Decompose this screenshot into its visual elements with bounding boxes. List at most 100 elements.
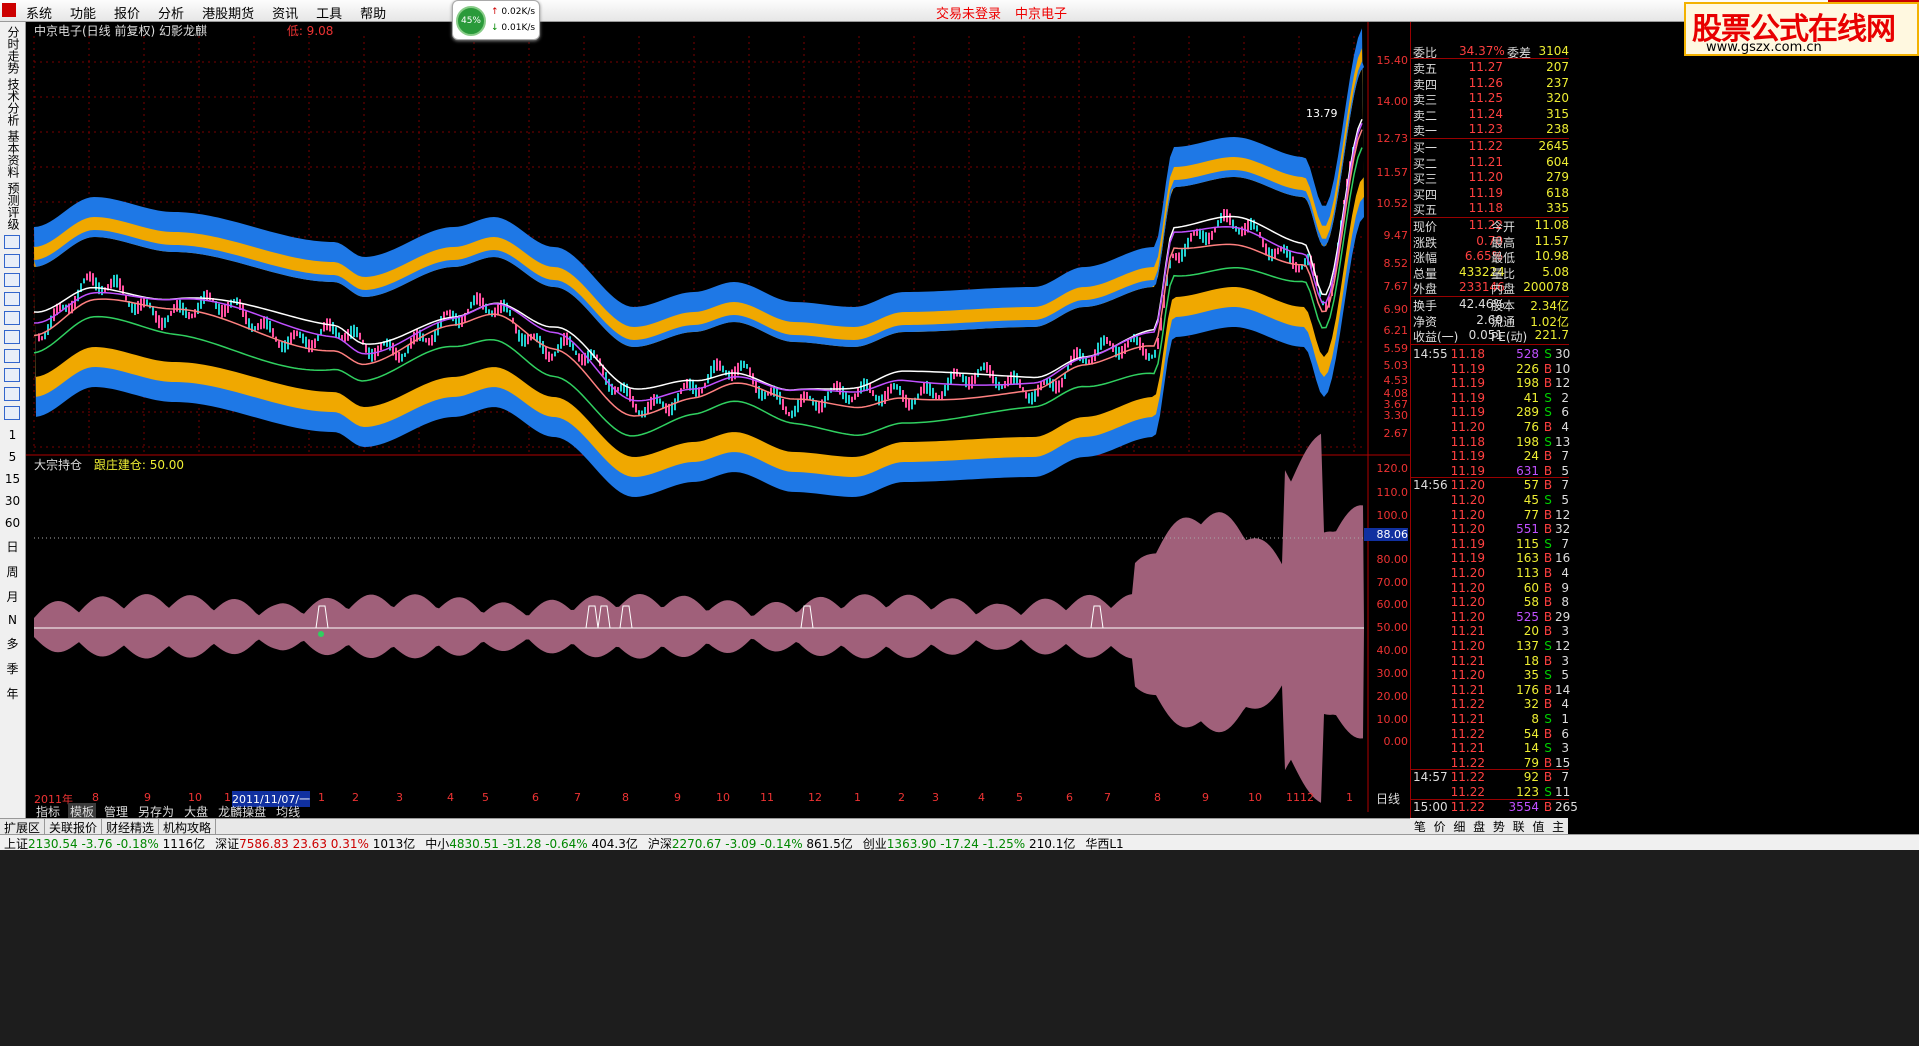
quote-label: 现价 <box>1413 220 1438 234</box>
candle <box>1286 245 1288 258</box>
menu-item-3[interactable]: 分析 <box>158 3 184 22</box>
x-tick: 5 <box>1016 791 1023 804</box>
indicator-value: 跟庄建仓: 50.00 <box>93 458 185 472</box>
tool-icon[interactable] <box>4 273 20 287</box>
period-0[interactable]: 1 <box>0 428 25 442</box>
extension-tab-0[interactable]: 扩展区 <box>0 819 46 835</box>
tool-icon[interactable] <box>4 387 20 401</box>
candle <box>977 369 979 378</box>
network-monitor[interactable]: 45% ↑ 0.02K/s ↓ 0.01K/s <box>452 0 540 40</box>
panel-tab-4[interactable]: 势 <box>1493 818 1505 834</box>
price-tick: 15.40 <box>1376 54 1409 67</box>
period-4[interactable]: 60 <box>0 516 25 530</box>
tool-icon[interactable] <box>4 235 20 249</box>
panel-tab-2[interactable]: 细 <box>1453 818 1465 834</box>
period-6[interactable]: 周 <box>0 563 25 580</box>
tool-icon[interactable] <box>4 406 20 420</box>
ask-label: 卖五 <box>1413 62 1438 76</box>
tick-price: 11.21 <box>1450 741 1485 756</box>
index-quote[interactable]: 上证2130.54 -3.76 -0.18% 1116亿 <box>4 835 205 851</box>
period-8[interactable]: N <box>0 613 25 627</box>
candle <box>1154 349 1156 358</box>
menu-item-1[interactable]: 功能 <box>70 3 96 22</box>
panel-tab-3[interactable]: 盘 <box>1473 818 1485 834</box>
candle <box>272 328 274 338</box>
period-3[interactable]: 30 <box>0 494 25 508</box>
period-10[interactable]: 季 <box>0 660 25 677</box>
tick-count: 14 <box>1555 682 1571 697</box>
left-tab-2[interactable]: 基本资料 <box>6 130 20 178</box>
ask-volume: 315 <box>1546 106 1569 121</box>
candle <box>803 391 805 403</box>
extension-tab-3[interactable]: 机构攻略 <box>159 819 217 835</box>
period-5[interactable]: 日 <box>0 538 25 555</box>
trade-status[interactable]: 交易未登录 <box>936 3 1001 22</box>
panel-tab-5[interactable]: 联 <box>1513 818 1525 834</box>
price-tick: 12.73 <box>1376 132 1409 145</box>
left-tab-0[interactable]: 分时走势 <box>6 26 20 74</box>
candle <box>1181 249 1183 262</box>
extension-tab-2[interactable]: 财经精选 <box>102 819 160 835</box>
tool-icon[interactable] <box>4 311 20 325</box>
left-tab-1[interactable]: 技术分析 <box>6 78 20 126</box>
menu-item-6[interactable]: 工具 <box>316 3 342 22</box>
menu-item-2[interactable]: 报价 <box>114 3 140 22</box>
status-area: 交易未登录 中京电子 <box>936 3 1067 22</box>
index-quote[interactable]: 深证7586.83 23.63 0.31% 1013亿 <box>215 835 415 851</box>
candle <box>446 310 448 316</box>
index-quote[interactable]: 沪深2270.67 -3.09 -0.14% 861.5亿 <box>648 835 853 851</box>
panel-tab-6[interactable]: 值 <box>1532 818 1544 834</box>
ask-volume: 238 <box>1546 122 1569 136</box>
tool-icon[interactable] <box>4 292 20 306</box>
tool-icon[interactable] <box>4 254 20 268</box>
index-amount: 861.5亿 <box>802 837 853 851</box>
period-1[interactable]: 5 <box>0 450 25 464</box>
tick-time: 14:57 <box>1413 770 1448 785</box>
bid-price: 11.18 <box>1468 201 1503 215</box>
tool-icon[interactable] <box>4 349 20 363</box>
index-value: 2130.54 <box>28 837 78 851</box>
panel-tab-1[interactable]: 价 <box>1434 818 1446 834</box>
menu-item-7[interactable]: 帮助 <box>360 3 386 22</box>
candle <box>887 386 889 400</box>
tick-volume: 32 <box>1523 697 1539 712</box>
menu-item-0[interactable]: 系统 <box>26 3 52 22</box>
tick-price: 11.20 <box>1450 609 1485 624</box>
candle <box>554 351 556 357</box>
tool-icon[interactable] <box>4 368 20 382</box>
indicator-tick: 110.0 <box>1376 486 1409 499</box>
candle <box>560 337 562 349</box>
x-tick: 12 <box>808 791 822 804</box>
panel-tab-0[interactable]: 笔 <box>1414 818 1426 834</box>
candle <box>395 347 397 361</box>
tick-time: 15:00 <box>1413 799 1448 814</box>
period-9[interactable]: 多 <box>0 635 25 652</box>
menu-item-4[interactable]: 港股期货 <box>202 3 254 22</box>
index-quote[interactable]: 中小4830.51 -31.28 -0.64% 404.3亿 <box>425 835 638 851</box>
tool-icon[interactable] <box>4 330 20 344</box>
candle <box>41 336 43 341</box>
price-tick: 10.52 <box>1376 197 1409 210</box>
x-tick: 3 <box>396 791 403 804</box>
candle <box>500 300 502 314</box>
x-tick: 8 <box>1154 791 1161 804</box>
left-tab-3[interactable]: 预测评级 <box>6 182 20 230</box>
quote-label: 涨跌 <box>1413 235 1438 250</box>
fund-value-2: 221.7 <box>1534 328 1569 342</box>
indicator-tick: 20.00 <box>1376 690 1409 703</box>
menu-item-5[interactable]: 资讯 <box>272 3 298 22</box>
candle <box>89 271 91 282</box>
indicator-tick: 50.00 <box>1376 621 1409 634</box>
period-7[interactable]: 月 <box>0 588 25 605</box>
period-label[interactable]: 日线 <box>1376 790 1400 807</box>
signal-dot <box>318 631 324 637</box>
candle <box>1127 340 1129 348</box>
download-speed: ↓ 0.01K/s <box>491 23 536 33</box>
period-2[interactable]: 15 <box>0 472 25 486</box>
index-quote[interactable]: 创业1363.90 -17.24 -1.25% 210.1亿 <box>863 835 1076 851</box>
panel-tab-7[interactable]: 主 <box>1552 818 1564 834</box>
extension-tab-1[interactable]: 关联报价 <box>45 819 103 835</box>
candle <box>1274 248 1276 259</box>
period-11[interactable]: 年 <box>0 685 25 702</box>
candle <box>938 395 940 400</box>
